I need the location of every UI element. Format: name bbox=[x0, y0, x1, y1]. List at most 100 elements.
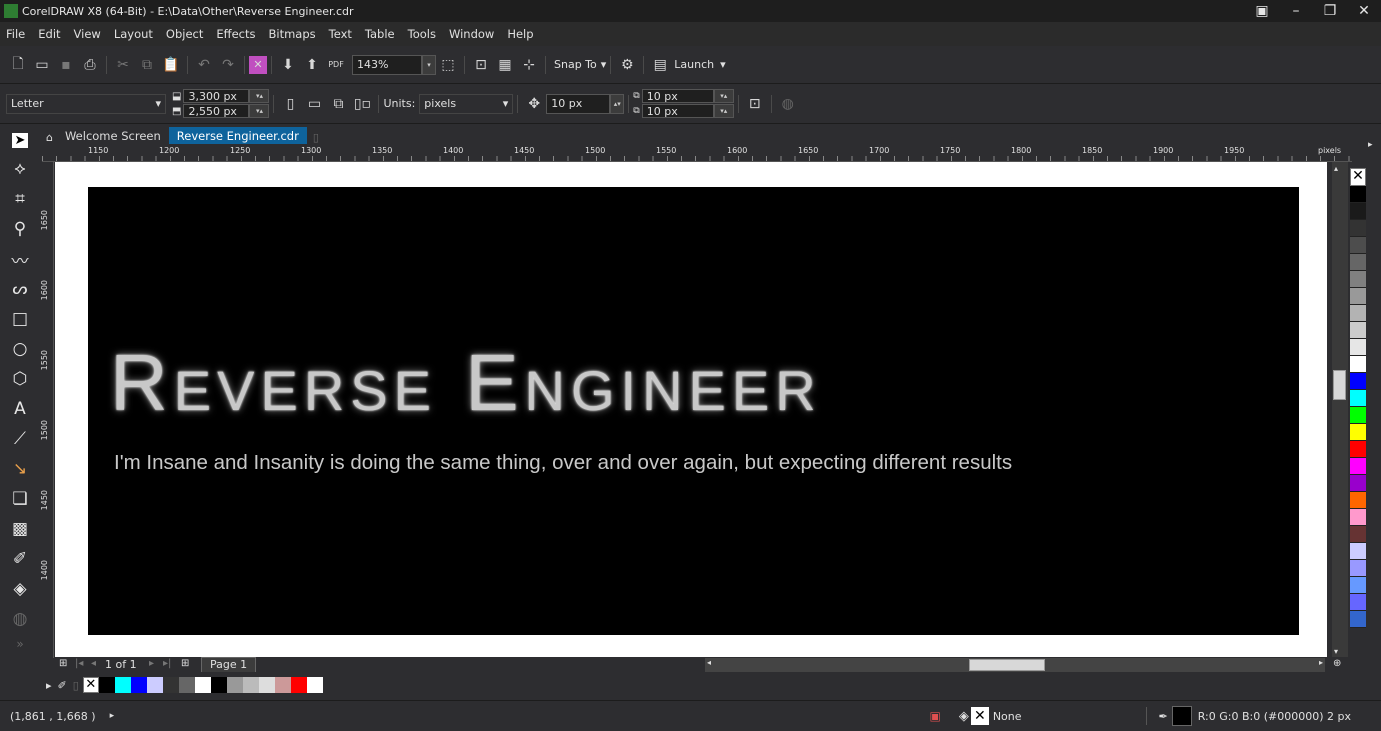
color-swatch[interactable] bbox=[1350, 186, 1366, 203]
color-swatch[interactable] bbox=[1350, 339, 1366, 356]
prev-page-icon[interactable]: ◂ bbox=[91, 658, 96, 669]
color-swatch[interactable] bbox=[1350, 373, 1366, 390]
document-color-swatch[interactable] bbox=[226, 677, 243, 693]
print-icon[interactable]: ⎙ bbox=[78, 53, 102, 77]
landscape-icon[interactable]: ▭ bbox=[302, 92, 326, 116]
menu-file[interactable]: File bbox=[6, 27, 25, 41]
search-content-icon[interactable]: ✕ bbox=[249, 55, 267, 74]
snap-dropdown-icon[interactable]: ▾ bbox=[601, 58, 607, 71]
color-swatch[interactable] bbox=[1350, 475, 1366, 492]
rectangle-tool-icon[interactable]: □ bbox=[0, 304, 40, 334]
color-swatch[interactable] bbox=[1350, 220, 1366, 237]
color-swatch[interactable] bbox=[1350, 203, 1366, 220]
page-height-field[interactable]: 2,550 px bbox=[183, 104, 250, 118]
parallel-dimension-icon[interactable]: ⟋ bbox=[0, 424, 40, 454]
zoom-navigator-icon[interactable]: ⊕ bbox=[1333, 658, 1341, 669]
vertical-scrollbar[interactable]: ▴ ▾ bbox=[1332, 162, 1348, 658]
zoom-tool-icon[interactable]: ⚲ bbox=[0, 214, 40, 244]
color-swatch[interactable] bbox=[1350, 560, 1366, 577]
color-swatch[interactable] bbox=[1350, 492, 1366, 509]
color-swatch[interactable] bbox=[1350, 594, 1366, 611]
tab-welcome-screen[interactable]: Welcome Screen bbox=[57, 127, 169, 144]
no-color-swatch[interactable]: ✕ bbox=[82, 677, 99, 693]
dup-x-spinner[interactable]: ▾▴ bbox=[713, 89, 734, 103]
new-document-icon[interactable]: 🗋 bbox=[6, 53, 30, 77]
document-color-swatch[interactable] bbox=[210, 677, 227, 693]
account-icon[interactable]: ▣ bbox=[1245, 0, 1279, 22]
last-page-icon[interactable]: ▸| bbox=[163, 658, 171, 669]
color-swatch[interactable] bbox=[1350, 577, 1366, 594]
page-width-field[interactable]: 3,300 px bbox=[183, 89, 250, 103]
pick-tool-icon[interactable]: ➤ bbox=[0, 126, 40, 154]
palette-menu-icon[interactable]: ▸ bbox=[46, 679, 52, 692]
color-swatch[interactable] bbox=[1350, 611, 1366, 628]
color-swatch[interactable] bbox=[1350, 305, 1366, 322]
publish-pdf-icon[interactable]: PDF bbox=[324, 53, 348, 77]
document-color-swatch[interactable] bbox=[194, 677, 211, 693]
color-swatch[interactable] bbox=[1350, 543, 1366, 560]
guidelines-icon[interactable]: ⊹ bbox=[517, 53, 541, 77]
crop-tool-icon[interactable]: ⌗ bbox=[0, 184, 40, 214]
zoom-dropdown-icon[interactable]: ▾ bbox=[422, 54, 436, 75]
color-swatch[interactable] bbox=[1350, 458, 1366, 475]
scroll-left-icon[interactable]: ◂ bbox=[707, 658, 711, 667]
menu-object[interactable]: Object bbox=[166, 27, 203, 41]
nudge-spinner[interactable]: ▴▾ bbox=[610, 93, 625, 114]
next-page-icon[interactable]: ▸ bbox=[149, 658, 154, 669]
shape-tool-icon[interactable]: ⟡ bbox=[0, 154, 40, 184]
menu-help[interactable]: Help bbox=[507, 27, 533, 41]
document-color-swatch[interactable] bbox=[162, 677, 179, 693]
cut-icon[interactable]: ✂ bbox=[111, 53, 135, 77]
dup-x-field[interactable]: 10 px bbox=[641, 89, 714, 103]
menu-edit[interactable]: Edit bbox=[38, 27, 60, 41]
document-color-swatch[interactable] bbox=[258, 677, 275, 693]
scroll-up-icon[interactable]: ▴ bbox=[1334, 164, 1338, 173]
document-color-swatch[interactable] bbox=[114, 677, 131, 693]
document-color-swatch[interactable] bbox=[274, 677, 291, 693]
scroll-down-icon[interactable]: ▾ bbox=[1334, 647, 1338, 656]
color-swatch[interactable] bbox=[1350, 237, 1366, 254]
launch-dropdown-icon[interactable]: ▾ bbox=[720, 58, 726, 71]
undo-icon[interactable]: ↶ bbox=[192, 53, 216, 77]
close-button[interactable]: ✕ bbox=[1347, 0, 1381, 22]
menu-bitmaps[interactable]: Bitmaps bbox=[268, 27, 315, 41]
status-expand-icon[interactable]: ▸ bbox=[110, 711, 115, 721]
horizontal-scroll-thumb[interactable] bbox=[969, 659, 1045, 671]
minimize-button[interactable]: – bbox=[1279, 0, 1313, 22]
polygon-tool-icon[interactable]: ⬡ bbox=[0, 364, 40, 394]
document-color-swatch[interactable] bbox=[146, 677, 163, 693]
snap-to-button[interactable]: Snap To bbox=[554, 58, 597, 71]
horizontal-scrollbar[interactable]: ◂ ▸ bbox=[705, 658, 1325, 672]
menu-view[interactable]: View bbox=[74, 27, 101, 41]
vertical-ruler[interactable]: 1650 1600 1550 1500 1450 1400 bbox=[40, 162, 54, 658]
document-color-swatch[interactable] bbox=[178, 677, 195, 693]
artistic-media-icon[interactable]: ᔕ bbox=[0, 274, 40, 304]
color-swatch[interactable] bbox=[1350, 509, 1366, 526]
menu-window[interactable]: Window bbox=[449, 27, 494, 41]
page-size-select[interactable]: Letter ▾ bbox=[6, 93, 166, 114]
rulers-icon[interactable]: ⊡ bbox=[469, 53, 493, 77]
dup-y-spinner[interactable]: ▾▴ bbox=[713, 104, 734, 118]
gear-icon[interactable]: ⚙ bbox=[615, 53, 639, 77]
launch-icon[interactable]: ▤ bbox=[648, 53, 672, 77]
fill-none-swatch[interactable]: ✕ bbox=[970, 707, 989, 725]
home-icon[interactable]: ⌂ bbox=[42, 131, 57, 144]
color-swatch-black[interactable] bbox=[98, 677, 115, 693]
dup-y-field[interactable]: 10 px bbox=[641, 104, 714, 118]
document-color-swatch[interactable] bbox=[242, 677, 259, 693]
document-color-swatch[interactable] bbox=[306, 677, 323, 693]
redo-icon[interactable]: ↷ bbox=[216, 53, 240, 77]
treat-as-filled-icon[interactable]: ⊡ bbox=[743, 92, 767, 116]
horizontal-ruler[interactable]: 1150 1200 1250 1300 1350 1400 1450 1500 … bbox=[42, 144, 1352, 162]
palette-scroll-icon[interactable]: ▸ bbox=[1368, 140, 1373, 150]
black-background-rectangle[interactable]: Reverse Engineer I'm Insane and Insanity… bbox=[88, 187, 1299, 635]
outline-color-swatch[interactable] bbox=[1171, 706, 1192, 726]
color-swatch[interactable] bbox=[1350, 356, 1366, 373]
color-swatch[interactable] bbox=[1350, 288, 1366, 305]
tab-reverse-engineer[interactable]: Reverse Engineer.cdr bbox=[168, 127, 307, 144]
color-swatch[interactable] bbox=[1350, 322, 1366, 339]
full-screen-icon[interactable]: ⬚ bbox=[436, 53, 460, 77]
no-color-swatch[interactable]: ✕ bbox=[1350, 168, 1366, 186]
color-swatch[interactable] bbox=[1350, 390, 1366, 407]
color-swatch[interactable] bbox=[1350, 424, 1366, 441]
